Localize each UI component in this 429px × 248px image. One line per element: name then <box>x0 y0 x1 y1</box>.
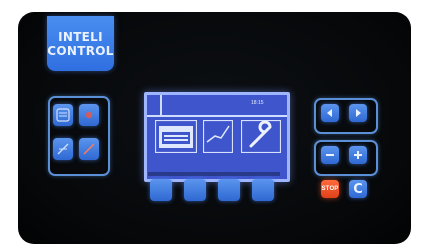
minus-icon <box>326 154 334 156</box>
screen-status-bar: 18:15 <box>147 95 287 117</box>
moisture-off-icon <box>83 143 95 155</box>
heat-button[interactable] <box>53 104 73 126</box>
logo-line-2: CONTROL <box>47 43 114 58</box>
soft-key-3[interactable] <box>218 179 240 201</box>
display-screen: 18:15 <box>144 92 290 182</box>
fan-button[interactable] <box>79 104 99 126</box>
minus-button[interactable] <box>321 146 339 164</box>
soft-key-1[interactable] <box>150 179 172 201</box>
arrow-left-icon <box>327 109 332 117</box>
menu-settings[interactable] <box>240 119 282 154</box>
inteli-control-logo: INTELI CONTROL <box>47 16 114 71</box>
screen-time: 18:15 <box>251 100 264 106</box>
soft-key-bar <box>148 172 280 176</box>
probe-button[interactable] <box>53 138 73 160</box>
fan-icon <box>85 111 93 119</box>
control-panel: INTELI CONTROL 18:15 STOP C <box>18 12 411 244</box>
chart-icon <box>202 119 234 154</box>
oven-icon <box>154 119 198 154</box>
stop-button[interactable]: STOP <box>321 180 339 198</box>
heat-icon <box>56 108 70 122</box>
arrow-left-button[interactable] <box>321 104 339 122</box>
clear-label: C <box>353 181 363 197</box>
menu-chart[interactable] <box>202 119 234 154</box>
stop-label: STOP <box>321 186 339 192</box>
arrow-right-button[interactable] <box>349 104 367 122</box>
plus-icon <box>354 151 362 159</box>
plus-button[interactable] <box>349 146 367 164</box>
soft-key-2[interactable] <box>184 179 206 201</box>
wrench-icon <box>240 119 282 154</box>
logo-line-1: INTELI <box>58 29 103 44</box>
clear-button[interactable]: C <box>349 180 367 198</box>
menu-oven[interactable] <box>154 119 198 154</box>
moisture-off-button[interactable] <box>79 138 99 160</box>
probe-icon <box>57 143 69 155</box>
status-divider <box>160 95 162 115</box>
soft-key-4[interactable] <box>252 179 274 201</box>
arrow-right-icon <box>356 109 361 117</box>
